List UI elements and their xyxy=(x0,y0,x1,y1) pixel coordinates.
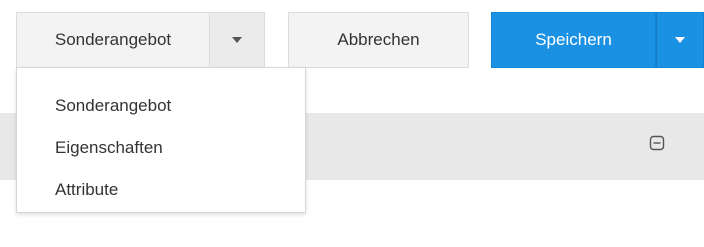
menu-item-eigenschaften[interactable]: Eigenschaften xyxy=(17,127,305,169)
caret-down-icon xyxy=(675,37,685,43)
section-dropdown-toggle[interactable] xyxy=(209,12,265,68)
caret-down-icon xyxy=(232,37,242,43)
minus-square-icon xyxy=(649,135,665,151)
section-select-button[interactable]: Sonderangebot xyxy=(16,12,209,68)
menu-item-label: Attribute xyxy=(55,180,119,199)
menu-item-sonderangebot[interactable]: Sonderangebot xyxy=(17,85,305,127)
save-button-label: Speichern xyxy=(535,30,612,49)
page: Sonderangebot Abbrechen Speichern Sonder… xyxy=(0,0,704,247)
cancel-button[interactable]: Abbrechen xyxy=(288,12,469,68)
save-split-button: Speichern xyxy=(491,12,704,68)
cancel-button-label: Abbrechen xyxy=(337,30,420,49)
save-button[interactable]: Speichern xyxy=(491,12,656,68)
section-split-button: Sonderangebot xyxy=(16,12,265,68)
section-select-label: Sonderangebot xyxy=(54,30,172,49)
menu-item-attribute[interactable]: Attribute xyxy=(17,169,305,211)
collapse-panel-button[interactable] xyxy=(649,135,665,151)
save-options-toggle[interactable] xyxy=(656,12,704,68)
section-dropdown-menu: Sonderangebot Eigenschaften Attribute xyxy=(16,67,306,213)
menu-item-label: Sonderangebot xyxy=(55,96,172,115)
menu-item-label: Eigenschaften xyxy=(55,138,163,157)
